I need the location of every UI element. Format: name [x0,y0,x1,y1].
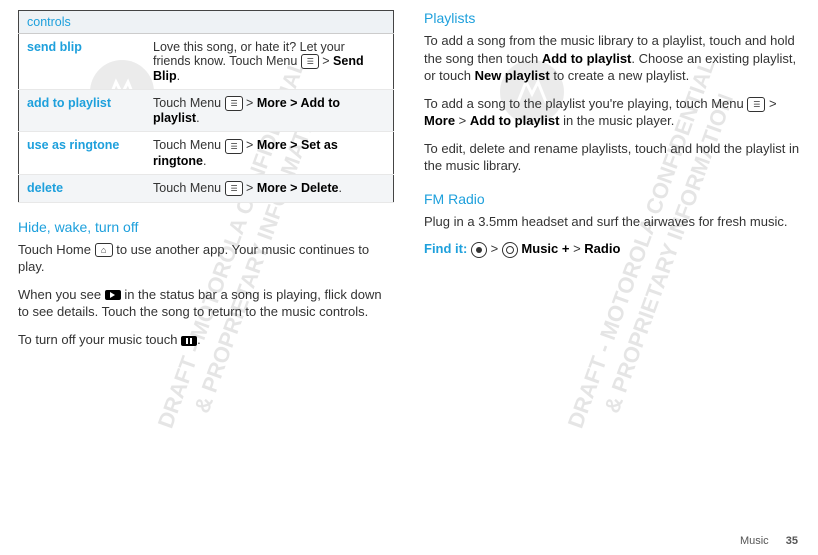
row-name: use as ringtone [19,132,146,174]
page-footer: Music 35 [740,535,798,547]
row-name: delete [19,174,146,202]
paragraph: To turn off your music touch . [18,331,394,349]
menu-icon [747,97,765,112]
find-it-label: Find it: [424,241,467,256]
menu-icon [225,96,243,111]
paragraph: To add a song from the music library to … [424,32,800,85]
row-desc: Love this song, or hate it? Let your fri… [145,34,394,90]
section-fm-radio: FM Radio [424,191,800,207]
launcher-icon [471,242,487,258]
controls-table: controls send blip Love this song, or ha… [18,10,394,203]
paragraph: Touch Home to use another app. Your musi… [18,241,394,276]
table-row: send blip Love this song, or hate it? Le… [19,34,394,90]
footer-page-number: 35 [786,535,798,547]
pause-icon [181,336,197,346]
row-name: send blip [19,34,146,90]
table-row: use as ringtone Touch Menu > More > Set … [19,132,394,174]
row-desc: Touch Menu > More > Set as ringtone. [145,132,394,174]
paragraph: To add a song to the playlist you're pla… [424,95,800,130]
menu-icon [225,139,243,154]
footer-section: Music [740,535,769,547]
table-row: add to playlist Touch Menu > More > Add … [19,90,394,132]
left-column: controls send blip Love this song, or ha… [18,10,394,359]
menu-icon [225,181,243,196]
find-it-line: Find it: > Music + > Radio [424,240,800,258]
paragraph: When you see in the status bar a song is… [18,286,394,321]
paragraph: To edit, delete and rename playlists, to… [424,140,800,175]
menu-icon [301,54,319,69]
row-desc: Touch Menu > More > Add to playlist. [145,90,394,132]
home-icon [95,243,113,257]
section-playlists: Playlists [424,10,800,26]
right-column: Playlists To add a song from the music l… [424,10,800,359]
table-row: delete Touch Menu > More > Delete. [19,174,394,202]
controls-header: controls [19,11,394,34]
paragraph: Plug in a 3.5mm headset and surf the air… [424,213,800,231]
section-hide-wake: Hide, wake, turn off [18,219,394,235]
row-desc: Touch Menu > More > Delete. [145,174,394,202]
play-icon [105,290,121,300]
row-name: add to playlist [19,90,146,132]
music-app-icon [502,242,518,258]
